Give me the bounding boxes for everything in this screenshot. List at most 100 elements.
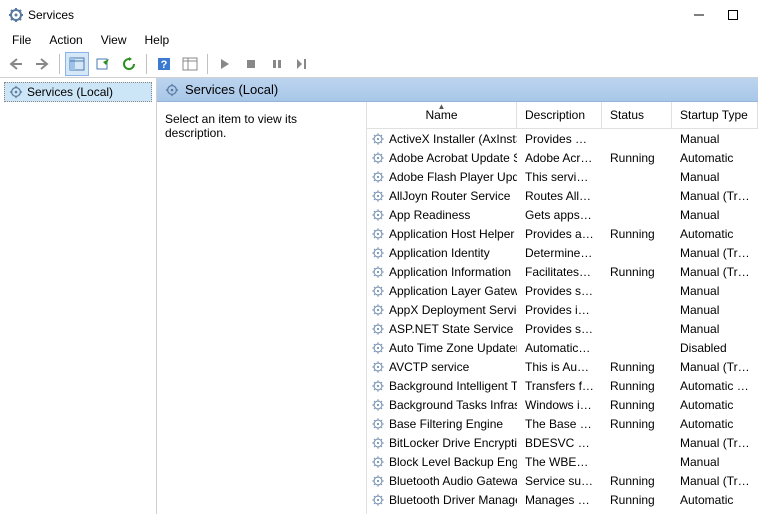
column-status[interactable]: Status — [602, 102, 672, 128]
stop-service-button[interactable] — [239, 52, 263, 76]
service-description-cell: Provides ad... — [517, 226, 602, 242]
service-name-cell: Application Identity — [367, 245, 517, 261]
service-description-cell: Manages BT... — [517, 492, 602, 508]
service-name-cell: ActiveX Installer (AxInstSV) — [367, 131, 517, 147]
menu-view[interactable]: View — [93, 31, 135, 49]
sort-ascending-icon: ▲ — [438, 102, 446, 111]
service-row[interactable]: App ReadinessGets apps re...Manual — [367, 205, 758, 224]
service-description-cell: This is Audi... — [517, 359, 602, 375]
service-row[interactable]: AVCTP serviceThis is Audi...RunningManua… — [367, 357, 758, 376]
service-row[interactable]: AllJoyn Router ServiceRoutes AllJo...Man… — [367, 186, 758, 205]
service-row[interactable]: Application IdentityDetermines ... Manual… — [367, 243, 758, 262]
column-headers: ▲Name Description Status Startup Type — [367, 102, 758, 129]
service-status-cell: Running — [602, 359, 672, 375]
service-row[interactable]: Application Layer Gateway ...Provides su… — [367, 281, 758, 300]
window-title: Services — [28, 8, 74, 22]
tree-item-services-local[interactable]: Services (Local) — [4, 82, 152, 102]
service-name-cell: Background Intelligent Tran... — [367, 378, 517, 394]
service-description-cell: Service sup... — [517, 473, 602, 489]
gear-icon — [371, 189, 385, 203]
service-row[interactable]: Base Filtering EngineThe Base Fil...Runn… — [367, 414, 758, 433]
service-status-cell — [602, 176, 672, 178]
export-list-button[interactable] — [91, 52, 115, 76]
service-startup-cell: Manual — [672, 169, 758, 185]
menubar: File Action View Help — [0, 30, 758, 50]
forward-button[interactable] — [30, 52, 54, 76]
gear-icon — [371, 284, 385, 298]
service-row[interactable]: Bluetooth Audio Gateway S...Service sup.… — [367, 471, 758, 490]
gear-icon — [9, 85, 23, 99]
toolbar-separator — [146, 54, 147, 74]
service-description-cell: Automatica... — [517, 340, 602, 356]
gear-icon — [371, 227, 385, 241]
service-description-cell: BDESVC hos... — [517, 435, 602, 451]
start-service-button[interactable] — [213, 52, 237, 76]
service-status-cell: Running — [602, 416, 672, 432]
service-row[interactable]: Block Level Backup Engine ...The WBENG..… — [367, 452, 758, 471]
service-status-cell: Running — [602, 473, 672, 489]
service-name-cell: Application Information — [367, 264, 517, 280]
gear-icon — [165, 83, 179, 97]
column-description[interactable]: Description — [517, 102, 602, 128]
show-hide-tree-button[interactable] — [65, 52, 89, 76]
service-status-cell: Running — [602, 492, 672, 508]
column-name[interactable]: ▲Name — [367, 102, 517, 128]
tree-item-label: Services (Local) — [27, 85, 113, 99]
service-status-cell — [602, 195, 672, 197]
tree-pane: Services (Local) — [0, 78, 157, 514]
menu-help[interactable]: Help — [137, 31, 178, 49]
properties-button[interactable] — [178, 52, 202, 76]
maximize-button[interactable] — [716, 4, 750, 26]
service-row[interactable]: ActiveX Installer (AxInstSV)Provides Us.… — [367, 129, 758, 148]
service-description-cell: Provides Us... — [517, 131, 602, 147]
help-button[interactable]: ? — [152, 52, 176, 76]
service-row[interactable]: BitLocker Drive Encryption ...BDESVC hos… — [367, 433, 758, 452]
service-startup-cell: Manual — [672, 207, 758, 223]
service-row[interactable]: AppX Deployment Service (...Provides inf… — [367, 300, 758, 319]
service-description-cell: Routes AllJo... — [517, 188, 602, 204]
service-description-cell: This service ... — [517, 169, 602, 185]
toolbar-separator — [207, 54, 208, 74]
service-startup-cell: Manual (Trig... — [672, 264, 758, 280]
service-row[interactable]: Background Tasks Infrastru...Windows in.… — [367, 395, 758, 414]
gear-icon — [371, 132, 385, 146]
service-row[interactable]: Adobe Flash Player Update ...This servic… — [367, 167, 758, 186]
gear-icon — [371, 170, 385, 184]
service-name-cell: Adobe Flash Player Update ... — [367, 169, 517, 185]
service-row[interactable]: Adobe Acrobat Update Serv...Adobe Acro..… — [367, 148, 758, 167]
service-status-cell: Running — [602, 264, 672, 280]
gear-icon — [371, 360, 385, 374]
gear-icon — [371, 379, 385, 393]
service-description-cell: The WBENG... — [517, 454, 602, 470]
service-startup-cell: Automatic (D... — [672, 378, 758, 394]
service-startup-cell: Manual (Trig... — [672, 245, 758, 261]
gear-icon — [371, 303, 385, 317]
service-row[interactable]: Background Intelligent Tran...Transfers … — [367, 376, 758, 395]
menu-action[interactable]: Action — [41, 31, 90, 49]
service-row[interactable]: Application Host Helper Ser...Provides a… — [367, 224, 758, 243]
service-name-cell: Base Filtering Engine — [367, 416, 517, 432]
service-status-cell: Running — [602, 378, 672, 394]
service-description-cell: Determines ... — [517, 245, 602, 261]
restart-service-button[interactable] — [291, 52, 315, 76]
service-row[interactable]: Application InformationFacilitates t...R… — [367, 262, 758, 281]
service-startup-cell: Automatic — [672, 226, 758, 242]
service-row[interactable]: Auto Time Zone UpdaterAutomatica...Disab… — [367, 338, 758, 357]
gear-icon — [371, 265, 385, 279]
service-name-cell: Bluetooth Driver Managem... — [367, 492, 517, 508]
service-row[interactable]: ASP.NET State ServiceProvides su...Manua… — [367, 319, 758, 338]
service-row[interactable]: Bluetooth Driver Managem...Manages BT...… — [367, 490, 758, 509]
minimize-button[interactable] — [682, 4, 716, 26]
service-name-cell: AppX Deployment Service (... — [367, 302, 517, 318]
description-pane: Select an item to view its description. — [157, 102, 367, 514]
service-description-cell: Facilitates t... — [517, 264, 602, 280]
gear-icon — [371, 493, 385, 507]
service-name-cell: BitLocker Drive Encryption ... — [367, 435, 517, 451]
service-startup-cell: Manual (Trig... — [672, 188, 758, 204]
menu-file[interactable]: File — [4, 31, 39, 49]
refresh-button[interactable] — [117, 52, 141, 76]
service-startup-cell: Manual (Trig... — [672, 359, 758, 375]
column-startup-type[interactable]: Startup Type — [672, 102, 758, 128]
pause-service-button[interactable] — [265, 52, 289, 76]
back-button[interactable] — [4, 52, 28, 76]
